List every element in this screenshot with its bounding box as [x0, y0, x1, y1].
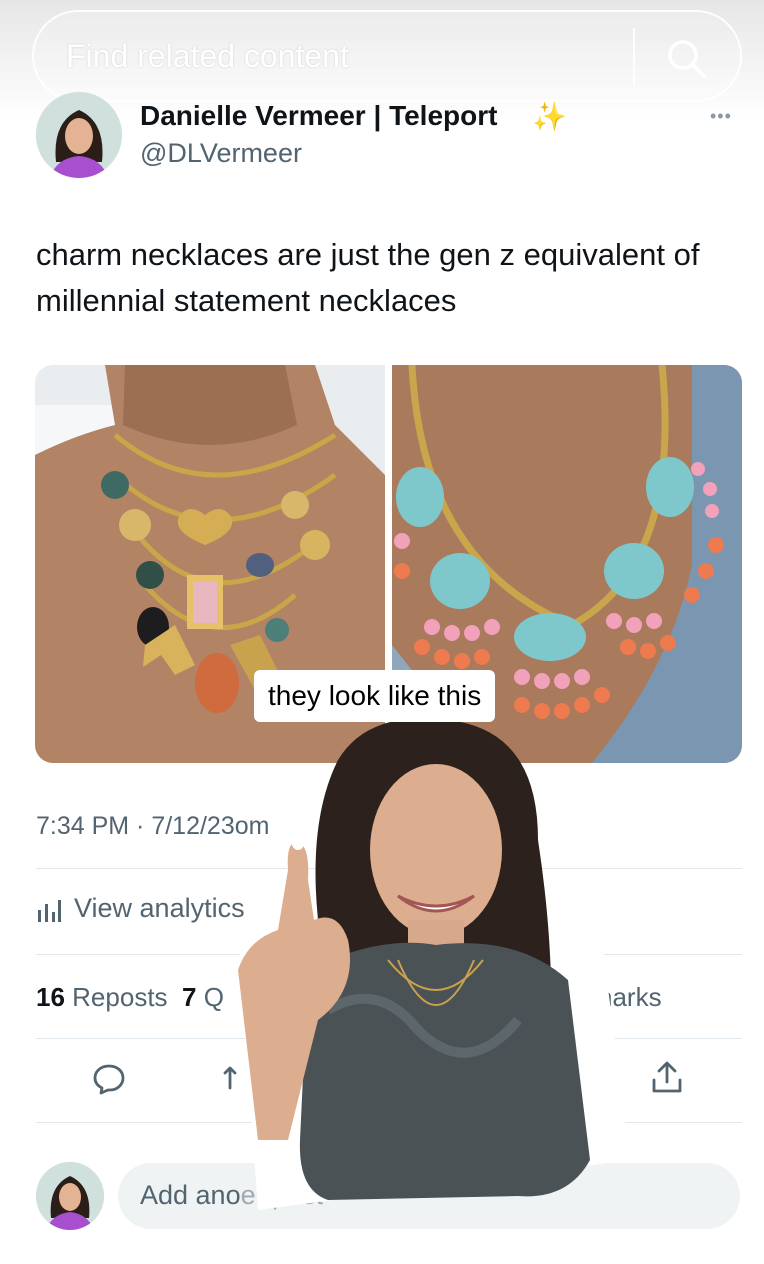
author-name[interactable]: Danielle Vermeer | Teleport: [140, 100, 497, 132]
author-handle[interactable]: @DLVermeer: [140, 138, 302, 169]
search-placeholder: Find related content: [66, 38, 349, 74]
search-icon[interactable]: [664, 36, 708, 80]
video-caption: they look like this: [254, 670, 496, 722]
reply-icon[interactable]: [92, 1062, 126, 1096]
creator-overlay: [238, 720, 630, 1210]
sparkle-icon: ✨: [532, 101, 567, 132]
quotes-count: 7: [182, 982, 197, 1012]
more-icon[interactable]: •••: [710, 106, 732, 127]
user-avatar[interactable]: [36, 1162, 104, 1230]
analytics-icon: [38, 900, 61, 922]
author-avatar[interactable]: [36, 92, 122, 178]
reposts-count: 16: [36, 982, 65, 1012]
share-icon[interactable]: [650, 1060, 684, 1096]
search-divider: [633, 28, 635, 84]
engagement-stats[interactable]: 16 Reposts 7 Q: [36, 982, 224, 1013]
reposts-label: Reposts: [72, 982, 168, 1012]
tweet-text: charm necklaces are just the gen z equiv…: [36, 237, 700, 318]
